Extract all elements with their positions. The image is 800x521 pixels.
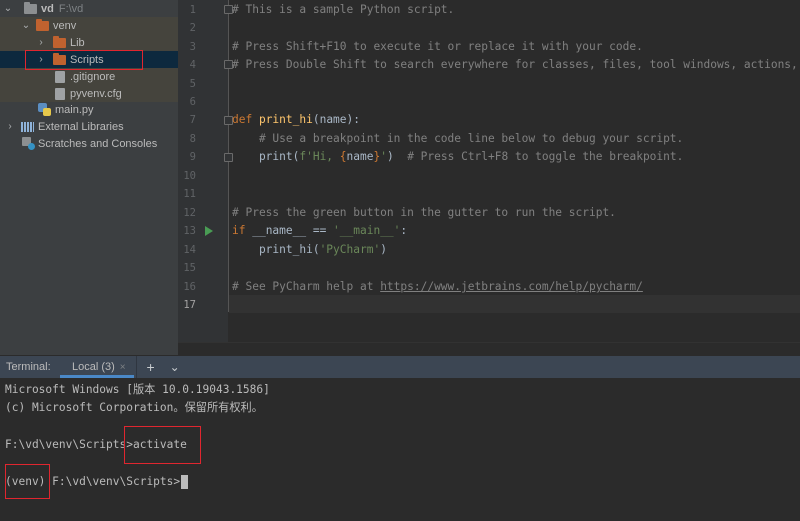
code-line-4: # Press Double Shift to search everywher… (232, 58, 798, 71)
divider (135, 356, 137, 378)
scratches-icon (22, 137, 35, 150)
tree-item-lib[interactable]: › Lib (0, 34, 178, 51)
tree-item-label: pyvenv.cfg (70, 87, 122, 100)
line-number: 13 (183, 225, 196, 237)
root-path: F:\vd (58, 2, 84, 15)
code-line-1: # This is a sample Python script. (232, 3, 455, 16)
tree-item-external-libraries[interactable]: › External Libraries (0, 118, 178, 135)
line-number: 10 (183, 170, 196, 182)
line-number: 12 (183, 207, 196, 219)
code-line-16: # See PyCharm help at https://www.jetbra… (232, 278, 643, 297)
string: '__main__' (333, 224, 401, 237)
folder-icon (53, 35, 66, 48)
line-number: 9 (189, 151, 196, 163)
horizontal-scrollbar[interactable] (178, 342, 800, 356)
tree-item-venv[interactable]: ⌄ venv (0, 17, 178, 34)
tab-local[interactable]: Local (3) × (58, 356, 134, 378)
code-text: ) (386, 150, 408, 163)
chevron-right-icon[interactable]: › (35, 54, 47, 65)
tree-item-gitignore[interactable]: .gitignore (0, 68, 178, 85)
line-number: 14 (183, 244, 196, 256)
root-name: vd (41, 2, 54, 15)
tree-item-label: Lib (70, 36, 85, 49)
terminal-output[interactable]: Microsoft Windows [版本 10.0.19043.1586] (… (0, 378, 800, 521)
comment: # See PyCharm help at (232, 280, 381, 293)
code-line-12: # Press the green button in the gutter t… (232, 206, 616, 219)
tab-label: Local (3) (72, 361, 115, 373)
line-number: 11 (183, 188, 196, 200)
add-tab-button[interactable]: + (141, 359, 161, 375)
tree-item-label: Scratches and Consoles (38, 137, 158, 150)
line-number: 6 (189, 96, 196, 108)
code-line-7: def print_hi(name): (232, 111, 360, 130)
terminal-toolbar: Terminal: Local (3) × + ⌄ (0, 355, 800, 378)
code-line-14: print_hi('PyCharm') (232, 241, 387, 260)
brace: { (339, 150, 347, 163)
tree-item-label: venv (53, 19, 77, 32)
tree-item-label: Scripts (70, 53, 104, 66)
tree-item-root[interactable]: ⌄ vd F:\vd (0, 0, 178, 17)
keyword: def (232, 113, 259, 126)
code-text: : (400, 224, 408, 237)
terminal-prompt: (venv) F:\vd\venv\Scripts> (5, 475, 181, 488)
python-file-icon (38, 103, 51, 116)
tree-item-pyvenv-cfg[interactable]: pyvenv.cfg (0, 85, 178, 102)
code-text: name (346, 150, 374, 163)
text-cursor (181, 475, 189, 489)
terminal-title: Terminal: (6, 361, 51, 373)
code-line-3: # Press Shift+F10 to execute it or repla… (232, 40, 643, 53)
terminal-line: (c) Microsoft Corporation。保留所有权利。 (5, 401, 263, 414)
line-number: 1 (189, 4, 196, 16)
line-number: 4 (189, 59, 196, 71)
tree-item-scripts[interactable]: › Scripts (0, 51, 178, 68)
chevron-down-icon[interactable]: ⌄ (2, 3, 14, 14)
line-number: 16 (183, 281, 196, 293)
string: ' (380, 150, 387, 163)
code-text: (name): (312, 113, 360, 126)
current-line-highlight (229, 295, 800, 313)
string: 'PyCharm' (319, 243, 381, 256)
code-line-8: # Use a breakpoint in the code line belo… (232, 132, 684, 145)
line-number: 15 (183, 262, 196, 274)
line-number: 7 (189, 114, 196, 126)
tree-item-label: External Libraries (38, 120, 124, 133)
chevron-down-icon[interactable]: ⌄ (20, 20, 32, 31)
folder-icon (24, 1, 37, 14)
chevron-right-icon[interactable]: › (35, 37, 47, 48)
tree-item-label: .gitignore (70, 70, 116, 83)
config-file-icon (55, 87, 65, 100)
close-icon[interactable]: × (120, 362, 126, 373)
run-icon[interactable] (205, 226, 213, 236)
libraries-icon (21, 121, 34, 132)
terminal-line: F:\vd\venv\Scripts>activate (5, 438, 187, 451)
code-text: ) (380, 243, 387, 256)
function-name: print_hi (258, 113, 313, 126)
line-number: 8 (189, 133, 196, 145)
code-line-9: print(f'Hi, {name}') # Press Ctrl+F8 to … (232, 148, 683, 167)
project-panel: ⌄ vd F:\vd ⌄ venv › Lib › Scripts .gitig… (0, 0, 178, 355)
line-number: 5 (189, 78, 196, 90)
chevron-right-icon[interactable]: › (4, 121, 16, 132)
folder-icon (36, 18, 49, 31)
code-text: print( (232, 150, 300, 163)
terminal-line: Microsoft Windows [版本 10.0.19043.1586] (5, 383, 270, 396)
code-text: __name__ == (252, 224, 334, 237)
string: f'Hi, (299, 150, 340, 163)
ignore-file-icon (55, 70, 65, 83)
terminal-prompt-line: (venv) F:\vd\venv\Scripts> (5, 473, 189, 491)
folder-icon (53, 52, 66, 65)
tree-item-scratches[interactable]: Scratches and Consoles (0, 135, 178, 152)
chevron-down-icon[interactable]: ⌄ (165, 360, 185, 374)
comment: # Press Ctrl+F8 to toggle the breakpoint… (407, 150, 684, 163)
tree-item-main-py[interactable]: main.py (0, 101, 178, 118)
keyword: if (232, 224, 253, 237)
code-line-13: if __name__ == '__main__': (232, 222, 407, 241)
line-number: 17 (183, 299, 196, 311)
tree-item-label: main.py (55, 103, 94, 116)
help-link[interactable]: https://www.jetbrains.com/help/pycharm/ (380, 280, 643, 293)
line-number: 2 (189, 22, 196, 34)
code-text: print_hi( (232, 243, 320, 256)
line-number: 3 (189, 41, 196, 53)
